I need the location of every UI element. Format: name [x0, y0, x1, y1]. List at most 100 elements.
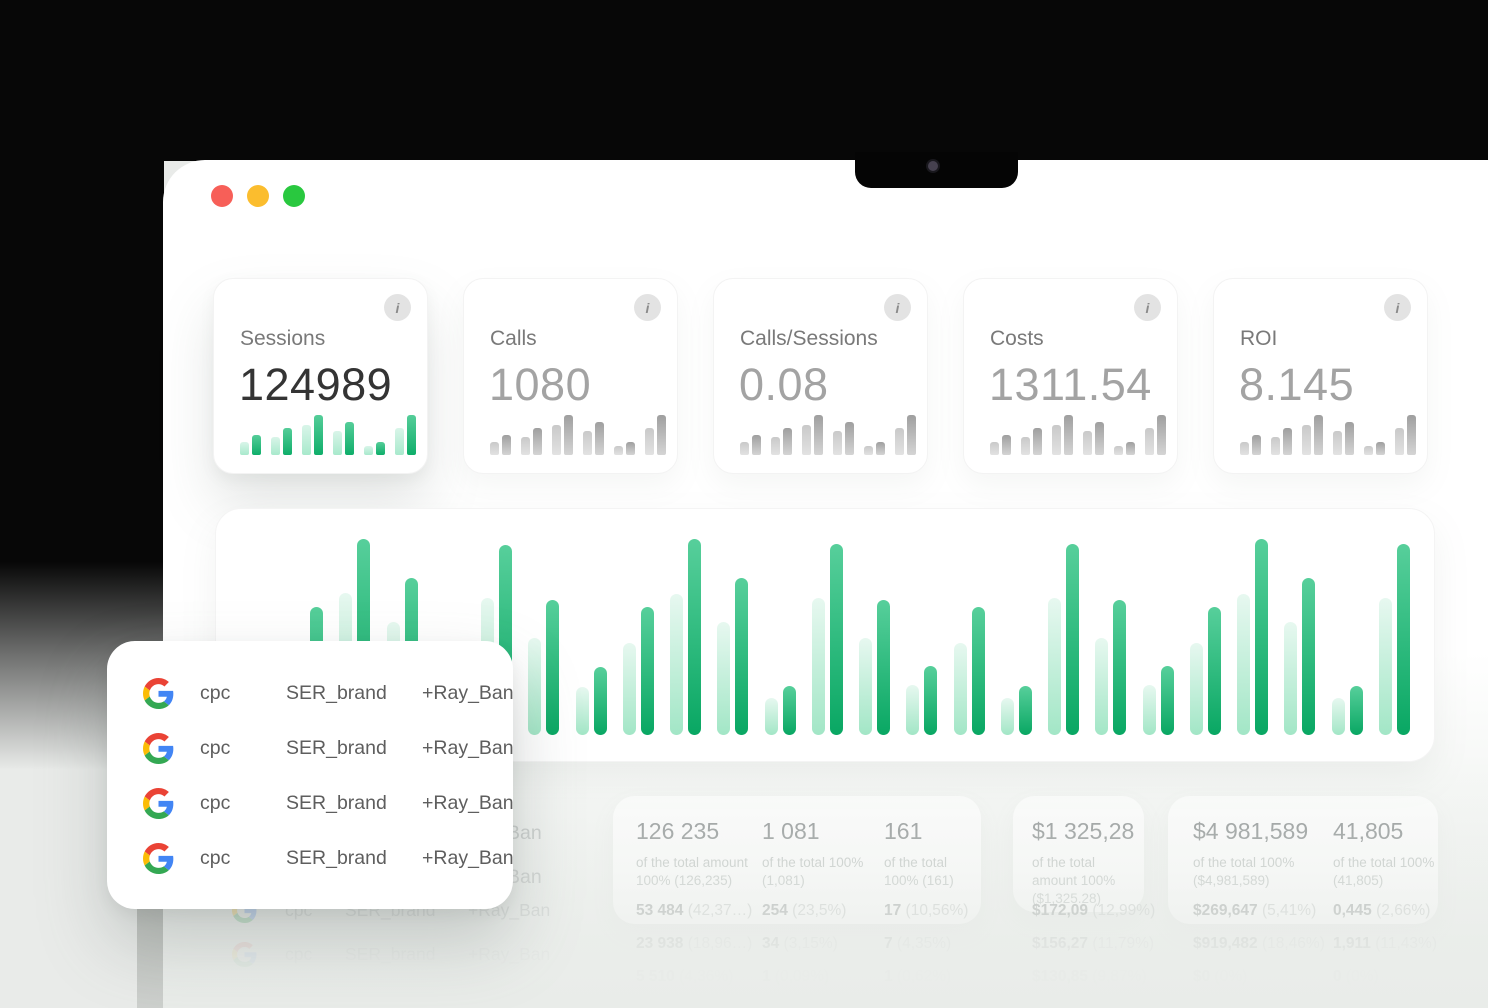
mini-bar-group: [395, 415, 416, 455]
bar-pair: [859, 600, 890, 735]
kpi-card-roi[interactable]: i ROI 8.145: [1213, 278, 1428, 474]
popup-campaign: SER_brand: [286, 847, 422, 870]
mini-bar-light: [490, 442, 499, 455]
stats-row: 254 (23,5%): [762, 902, 846, 920]
mini-bar-light: [1395, 428, 1404, 455]
mini-bar-light: [364, 446, 373, 455]
mini-bar-group: [833, 422, 854, 455]
info-icon[interactable]: i: [384, 294, 411, 321]
popup-row[interactable]: cpcSER_brand+Ray_Ban: [143, 776, 513, 831]
mini-bar-group: [895, 415, 916, 455]
kpi-label: ROI: [1240, 327, 1277, 351]
bar-pair: [1095, 600, 1126, 735]
mini-bar-light: [302, 425, 311, 455]
stats-column: 126 235of the total amount 100% (126,235…: [636, 818, 748, 1008]
google-icon-cell: [143, 788, 200, 819]
stats-subtitle: of the total amount 100% (126,235): [636, 854, 748, 890]
google-icon: [143, 843, 174, 874]
info-icon[interactable]: i: [1134, 294, 1161, 321]
mini-bar-light: [740, 442, 749, 455]
stats-row-percent: (4,36%): [675, 968, 734, 985]
mini-bar-light: [645, 428, 654, 455]
kpi-value: 8.145: [1239, 359, 1354, 411]
bar-pair: [812, 544, 843, 735]
bar-light: [1143, 685, 1156, 735]
traffic-light-minimize[interactable]: [247, 185, 269, 207]
traffic-light-close[interactable]: [211, 185, 233, 207]
mini-bar-light: [802, 425, 811, 455]
stats-row-value: 23 938: [636, 935, 683, 952]
mini-bar-dark: [252, 435, 261, 455]
stats-column: $1 325,28of the total amount 100% ($1,32…: [1032, 818, 1142, 1008]
stats-row-percent: (0%): [1210, 968, 1247, 985]
kpi-mini-chart: [490, 415, 666, 455]
popup-row[interactable]: cpcSER_brand+Ray_Ban: [143, 721, 513, 776]
mini-bar-dark: [1095, 422, 1104, 455]
popup-channel: cpc: [200, 792, 286, 815]
stats-row-value: $0: [1193, 968, 1210, 985]
popup-row[interactable]: cpcSER_brand+Ray_Ban: [143, 666, 513, 721]
mini-bar-light: [864, 446, 873, 455]
mini-bar-group: [583, 422, 604, 455]
stats-subtitle: of the total 100% (1,081): [762, 854, 874, 890]
mini-bar-dark: [1002, 435, 1011, 455]
kpi-card-calls[interactable]: iCalls1080: [463, 278, 678, 474]
popup-keyword: +Ray_Ban: [422, 847, 514, 870]
info-icon[interactable]: i: [884, 294, 911, 321]
mini-bar-group: [490, 435, 511, 455]
kpi-card-sessions[interactable]: iSessions124989: [213, 278, 428, 474]
google-icon: [232, 942, 257, 967]
kpi-card-calls-sessions[interactable]: iCalls/Sessions0.08: [713, 278, 928, 474]
mini-bar-dark: [1157, 415, 1166, 455]
info-icon[interactable]: i: [1384, 294, 1411, 321]
mini-bar-dark: [1126, 442, 1135, 455]
stats-row-value: 0: [1333, 968, 1342, 985]
mini-bar-light: [1271, 437, 1280, 455]
mini-bar-light: [833, 431, 842, 455]
mini-bar-group: [1145, 415, 1166, 455]
laptop-notch: [855, 152, 1018, 188]
stats-row: $0 (0%): [1193, 968, 1247, 986]
bar-pair: [1284, 578, 1315, 735]
mini-bar-group: [1271, 428, 1292, 455]
popup-campaign: SER_brand: [286, 682, 422, 705]
stats-row-percent: (18,46%): [1258, 935, 1325, 952]
row-keyword: +Ray_Ban: [468, 944, 550, 965]
info-icon[interactable]: i: [634, 294, 661, 321]
stats-row: 53 484 (42,37…): [636, 902, 752, 920]
stats-row: $156,27 (11,79%): [1032, 935, 1154, 953]
mini-bar-group: [1395, 415, 1416, 455]
kpi-card-costs[interactable]: iCosts1311.54: [963, 278, 1178, 474]
stats-total: 161: [884, 818, 984, 845]
mini-bar-group: [1114, 442, 1135, 455]
mini-bar-dark: [283, 428, 292, 455]
mini-bar-group: [333, 422, 354, 455]
bar-dark: [1161, 666, 1174, 735]
bar-light: [765, 698, 778, 735]
kpi-mini-chart: [240, 415, 416, 455]
mini-bar-light: [333, 431, 342, 455]
popup-channel: cpc: [200, 847, 286, 870]
kpi-mini-chart: [740, 415, 916, 455]
mini-bar-light: [395, 428, 404, 455]
stats-row-value: 1: [884, 968, 893, 985]
bar-light: [1332, 698, 1345, 735]
stats-row-percent: (4,35%): [893, 935, 952, 952]
bar-light: [623, 643, 636, 735]
popup-row[interactable]: cpcSER_brand+Ray_Ban: [143, 831, 513, 886]
bar-light: [1001, 698, 1014, 735]
bar-dark: [594, 667, 607, 735]
bar-light: [1237, 594, 1250, 735]
kpi-label: Sessions: [240, 327, 325, 351]
camera-icon: [928, 161, 938, 171]
mini-bar-group: [614, 442, 635, 455]
mini-bar-dark: [345, 422, 354, 455]
bar-pair: [717, 578, 748, 735]
stats-row-value: 1,911: [1333, 935, 1371, 952]
bar-dark: [1255, 539, 1268, 735]
mini-bar-dark: [314, 415, 323, 455]
stats-row-value: $172,09: [1032, 902, 1088, 919]
traffic-light-zoom[interactable]: [283, 185, 305, 207]
mini-bar-group: [1021, 428, 1042, 455]
mini-bar-light: [1114, 446, 1123, 455]
